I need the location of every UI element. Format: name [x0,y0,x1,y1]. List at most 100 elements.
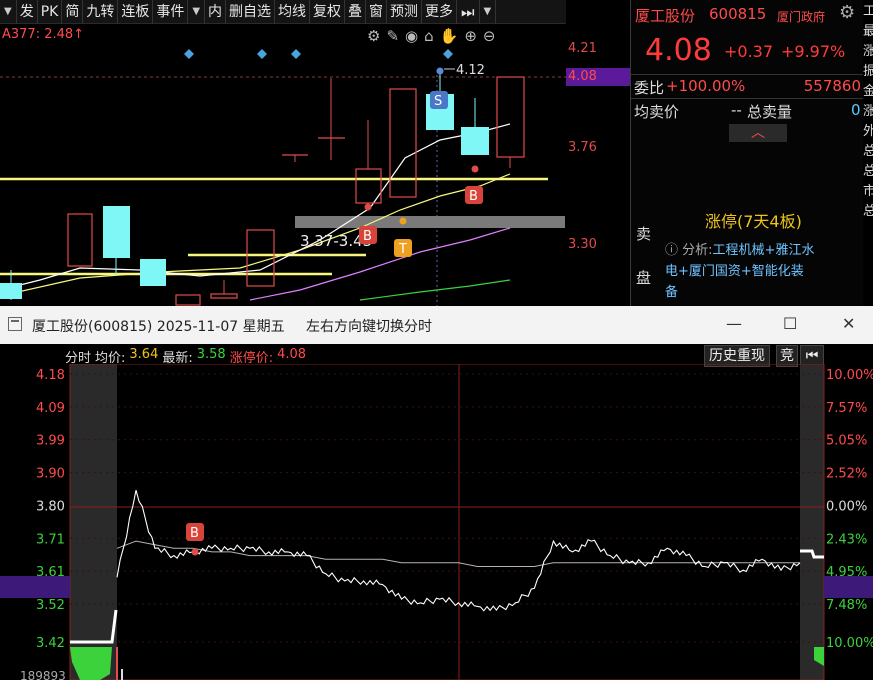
buy-marker-label: B [469,189,478,204]
candle[interactable] [140,259,166,286]
event-diamonds [184,49,453,59]
popup-title: 厦工股份(600815) 2025-11-07 星期五 [32,319,285,335]
t-marker-label: T [398,242,407,257]
signal-dot [471,165,479,173]
right-axis-label: 10.00% [826,636,873,651]
avg-sell-row: 均卖价 -- 总卖量 0 [631,98,864,122]
toolbar-dropdown-arrow[interactable]: ▼ [188,0,206,24]
axis-label-4-21: 4.21 [568,41,597,56]
settings-icon[interactable]: ⚙ [367,27,380,45]
right-side-labels: 工 最 涨 振 金 涨 外 总 总 市 总 [863,0,873,306]
expand-chevron-up-icon[interactable]: ︿ [729,124,787,142]
plus-circle-icon[interactable]: ⊕ [464,27,477,45]
intraday-chart[interactable]: 4.184.093.993.903.803.713.613.583.523.42… [0,364,873,680]
total-sell-value: 0 [851,101,861,119]
toolbar-item-jiuzhuan[interactable]: 九转 [83,0,119,24]
event-diamond[interactable] [257,49,267,59]
ma60-line [359,279,511,301]
toolbar-item-lianban[interactable]: 连板 [118,0,154,24]
side-label: 总 [863,204,873,219]
right-axis-label: 5.05% [826,434,867,449]
toolbar-item-fuquan[interactable]: 复权 [310,0,346,24]
toolbar-item-forecast[interactable]: 预测 [387,0,423,24]
analysis-icon: ⓘ [665,243,679,258]
toolbar-menu-arrow[interactable]: ▼ [0,0,17,24]
pre-auction-area [70,364,117,680]
hand-icon[interactable]: ✋ [440,27,459,45]
stock-tag[interactable]: 厦门政府 [777,8,825,25]
left-axis-label: 3.52 [36,598,65,613]
candle[interactable] [67,213,93,267]
grid [70,373,824,643]
chart-frame [69,364,825,680]
popup-title-bar[interactable]: 厦工股份(600815) 2025-11-07 星期五 左右方向键切换分时 — … [0,306,873,344]
toolbar-item-fa[interactable]: 发 [17,0,38,24]
post-auction-area [800,364,824,680]
toolbar-item-more[interactable]: 更多 [422,0,458,24]
right-axis-label: 7.57% [826,401,867,416]
latest-price-bar [0,576,70,598]
weibi-label: 委比 [634,79,665,97]
candle[interactable] [103,206,130,258]
toolbar-item-ma[interactable]: 均线 [275,0,311,24]
axis-label-3-30: 3.30 [568,237,597,252]
event-diamond[interactable] [184,49,194,59]
toolbar-item-window[interactable]: 窗 [366,0,388,24]
toolbar-item-pk[interactable]: PK [38,0,63,24]
kline-chart[interactable]: 4.12 3.37-3.43 S B B T [0,24,566,306]
weibi-value: +100.00% [666,77,746,95]
toolbar-end-arrow[interactable]: ▼ [480,0,497,24]
avg-sell-value: -- [731,101,742,119]
side-label: 振 [863,64,873,79]
candle[interactable] [461,127,489,155]
left-axis-label: 3.80 [36,499,65,514]
signal-dot [399,217,407,225]
support-band [295,216,565,228]
maximize-icon[interactable]: ☐ [783,314,797,333]
left-axis-label: 3.42 [36,636,65,651]
toolbar-item-shijian[interactable]: 事件 [153,0,189,24]
current-price: 4.08 [645,33,712,68]
toolbar-item-overlay[interactable]: 叠 [345,0,367,24]
basket-icon[interactable]: ⌂ [424,27,434,45]
buy-marker-label: B [190,526,199,541]
eye-icon[interactable]: ◉ [405,27,418,45]
next-page-icon[interactable]: ⏭ [457,0,480,24]
close-icon[interactable]: ✕ [842,314,855,333]
left-axis-label: 4.09 [36,401,65,416]
candle[interactable] [175,294,201,306]
toolbar-item-jian[interactable]: 简 [62,0,84,24]
toolbar-item-delete-favorite[interactable]: 删自选 [226,0,276,24]
right-axis-label: 7.48% [826,598,867,613]
axis-label-3-76: 3.76 [568,140,597,155]
buy-marker-label: B [363,229,372,244]
ma5-line [0,123,511,291]
volume-label: 189893 [20,669,66,680]
indicator-label: A377: 2.48↑ [2,27,85,42]
side-label: 外 [863,124,873,139]
total-sell-label: 总卖量 [747,103,793,121]
candle[interactable] [246,229,275,287]
analysis-info[interactable]: ⓘ 分析:工程机械+雅江水电+厦门国资+智能化装备 [665,240,815,303]
toolbar-item-nei[interactable]: 内 [205,0,227,24]
candle[interactable] [210,293,238,299]
candle[interactable] [389,88,417,198]
analysis-label: 分析: [682,243,713,258]
pen-icon[interactable]: ✎ [386,27,399,45]
candle[interactable] [496,76,525,158]
event-diamond[interactable] [291,49,301,59]
stock-name[interactable]: 厦工股份 [635,5,695,26]
max-price-dot [436,67,444,75]
side-label: 金 [863,84,873,99]
signal-dot [364,203,372,211]
current-price-tag: 4.08 [566,68,630,86]
side-label: 最 [863,24,873,39]
avg-sell-label: 均卖价 [634,103,680,121]
price-change-pct: +9.97% [781,42,846,61]
toolbar: ▼ 发 PK 简 九转 连板 事件 ▼ 内 删自选 均线 复权 叠 窗 预测 更… [0,0,566,24]
minus-circle-icon[interactable]: ⊖ [483,27,496,45]
event-diamond[interactable] [443,49,453,59]
minimize-icon[interactable]: — [726,314,742,333]
gear-icon[interactable]: ⚙ [839,2,855,23]
right-pct-axis: 10.00%7.57%5.05%2.52%0.00%2.43%4.95%5.79… [826,368,873,651]
